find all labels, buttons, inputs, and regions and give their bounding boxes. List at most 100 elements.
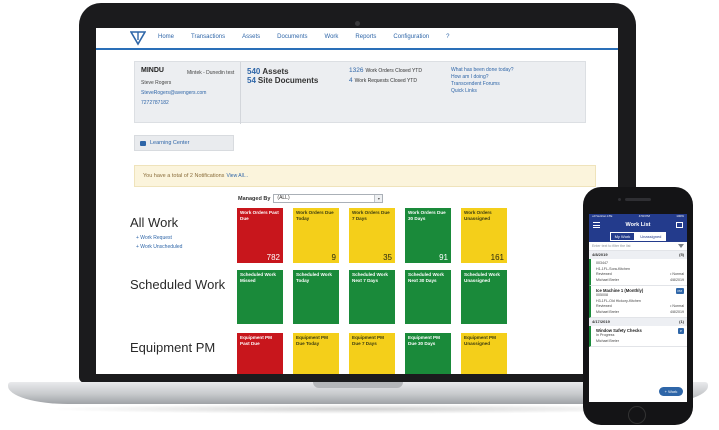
nav-menu: Home Transactions Assets Documents Work …: [158, 34, 466, 40]
video-icon: [140, 140, 146, 146]
managed-by-select[interactable]: (ALL) ▾: [273, 194, 384, 203]
marketing-scene: Home Transactions Assets Documents Work …: [0, 0, 719, 430]
managed-by-value: (ALL): [277, 195, 290, 201]
tile-due-today[interactable]: Work Orders Due Today 9: [293, 208, 339, 263]
pm-badge: PM: [675, 288, 684, 294]
nav-home[interactable]: Home: [158, 34, 174, 40]
work-card[interactable]: Window Safety Checks P In Progress Micha…: [589, 326, 687, 347]
user-info: MINDU Mintek - Dunedin test Steve Rogers…: [135, 62, 241, 124]
tile-pm-due-7-days[interactable]: Equipment PM Due 7 Days: [349, 333, 395, 374]
tile-count: 91: [439, 253, 448, 262]
top-nav: Home Transactions Assets Documents Work …: [96, 28, 618, 50]
nav-help[interactable]: ?: [446, 34, 449, 40]
quick-link-today[interactable]: What has been done today?: [451, 67, 581, 74]
nav-reports[interactable]: Reports: [355, 34, 376, 40]
tile-scheduled-missed[interactable]: Scheduled Work Missed: [237, 270, 283, 324]
work-request-link[interactable]: + Work Request: [136, 235, 172, 241]
camera-icon: [355, 21, 360, 26]
home-button[interactable]: [628, 406, 646, 424]
date-group-header: 4/8/2019 (5): [589, 251, 687, 259]
asset-summary: 540 Assets 54 Site Documents: [241, 62, 343, 124]
managed-by-filter: Managed By (ALL) ▾: [238, 194, 384, 203]
work-assignee: Michael Breier: [596, 309, 619, 314]
all-work-title: All Work: [130, 215, 179, 230]
tile-pm-due-30-days[interactable]: Equipment PM Due 30 Days: [405, 333, 451, 374]
equipment-pm-title: Equipment PM: [130, 340, 216, 355]
tab-unassigned[interactable]: Unassigned: [635, 232, 667, 241]
assets-count[interactable]: 540: [247, 67, 260, 76]
filter-bar: Enter text to filter the list: [589, 242, 687, 251]
nav-transactions[interactable]: Transactions: [191, 34, 225, 40]
phone-frame: ••ll Verizon LTE 4:53 PM 100% Work List …: [583, 187, 693, 425]
tile-past-due[interactable]: Work Orders Past Due 782: [237, 208, 283, 263]
tile-due-30-days[interactable]: Work Orders Due 30 Days 91: [405, 208, 451, 263]
learning-center-button[interactable]: Learning Center: [134, 135, 234, 151]
tile-count: 782: [266, 253, 280, 262]
quick-links: What has been done today? How am I doing…: [445, 62, 587, 124]
logo-icon[interactable]: [130, 30, 146, 46]
nav-documents[interactable]: Documents: [277, 34, 307, 40]
view-all-link[interactable]: View All...: [226, 173, 248, 179]
tile-label: Equipment PM Due 7 Days: [352, 335, 384, 346]
user-email[interactable]: SteveRogers@avengers.com: [141, 90, 234, 96]
tile-pm-due-today[interactable]: Equipment PM Due Today: [293, 333, 339, 374]
user-name: Steve Rogers: [141, 80, 172, 86]
tile-label: Scheduled Work Next 30 Days: [408, 272, 444, 283]
work-tabs: My Work Unassigned: [589, 231, 687, 242]
barcode-icon[interactable]: [676, 222, 683, 228]
tile-label: Equipment PM Past Due: [240, 335, 272, 346]
tile-count: 161: [490, 253, 504, 262]
tab-my-work[interactable]: My Work: [609, 232, 636, 241]
tile-label: Scheduled Work Next 7 Days: [352, 272, 388, 283]
front-camera-icon: [618, 198, 621, 201]
nav-configuration[interactable]: Configuration: [393, 34, 429, 40]
date-group-header: 4/17/2019 (1): [589, 318, 687, 326]
tile-label: Equipment PM Due 30 Days: [408, 335, 440, 346]
scheduled-work-title: Scheduled Work: [130, 277, 226, 292]
notification-banner: You have a total of 2 Notifications View…: [134, 165, 596, 187]
work-unscheduled-link[interactable]: + Work Unscheduled: [136, 244, 182, 250]
closed-orders-label: Work Orders Closed YTD: [365, 68, 422, 74]
nav-assets[interactable]: Assets: [242, 34, 260, 40]
tile-scheduled-today[interactable]: Scheduled Work Today: [293, 270, 339, 324]
tile-scheduled-30-days[interactable]: Scheduled Work Next 30 Days: [405, 270, 451, 324]
tile-label: Equipment PM Due Today: [296, 335, 328, 346]
tile-scheduled-7-days[interactable]: Scheduled Work Next 7 Days: [349, 270, 395, 324]
laptop-screen: Home Transactions Assets Documents Work …: [96, 28, 618, 374]
quick-link-forums[interactable]: Transcendent Forums: [451, 81, 581, 88]
tile-label: Scheduled Work Unassigned: [464, 272, 500, 283]
work-due: 4/8/2019: [670, 277, 684, 282]
pm-badge: P: [677, 328, 684, 334]
quick-link-performance[interactable]: How am I doing?: [451, 74, 581, 81]
nav-work[interactable]: Work: [325, 34, 339, 40]
closed-requests-label: Work Requests Closed YTD: [354, 78, 417, 84]
tile-label: Work Orders Past Due: [240, 210, 279, 221]
closed-requests-count[interactable]: 4: [349, 77, 353, 84]
notification-text: You have a total of 2 Notifications: [143, 173, 225, 179]
tile-due-7-days[interactable]: Work Orders Due 7 Days 35: [349, 208, 395, 263]
tile-scheduled-unassigned[interactable]: Scheduled Work Unassigned: [461, 270, 507, 324]
account-summary: MINDU Mintek - Dunedin test Steve Rogers…: [134, 61, 587, 124]
tile-label: Work Orders Due 30 Days: [408, 210, 446, 221]
quick-link-more[interactable]: Quick Links: [451, 88, 581, 95]
closed-orders-count[interactable]: 1326: [349, 67, 363, 74]
filter-input[interactable]: Enter text to filter the list: [592, 244, 631, 248]
work-due: 4/8/2019: [670, 309, 684, 314]
documents-count[interactable]: 54: [247, 76, 256, 85]
tile-label: Work Orders Due Today: [296, 210, 334, 221]
tile-pm-unassigned[interactable]: Equipment PM Unassigned: [461, 333, 507, 374]
tile-pm-past-due[interactable]: Equipment PM Past Due: [237, 333, 283, 374]
tile-unassigned[interactable]: Work Orders Unassigned 161: [461, 208, 507, 263]
phone-screen: ••ll Verizon LTE 4:53 PM 100% Work List …: [589, 214, 687, 402]
assets-label: Assets: [262, 67, 289, 76]
app-header: Work List: [589, 219, 687, 231]
user-phone[interactable]: 7272787182: [141, 100, 234, 106]
work-card[interactable]: Ice Machine 1 (Monthly) PM 005008 H3-1FL…: [589, 286, 687, 318]
documents-label: Site Documents: [257, 76, 319, 85]
speaker-grille: [625, 198, 651, 201]
add-work-button[interactable]: + Work: [659, 387, 683, 396]
learning-center-label: Learning Center: [150, 140, 190, 146]
app-title: Work List: [625, 222, 651, 228]
work-card[interactable]: 003447 H1-1FL-Sora-Kitchen Reviewed • Nor…: [589, 259, 687, 286]
filter-icon[interactable]: [678, 244, 684, 248]
